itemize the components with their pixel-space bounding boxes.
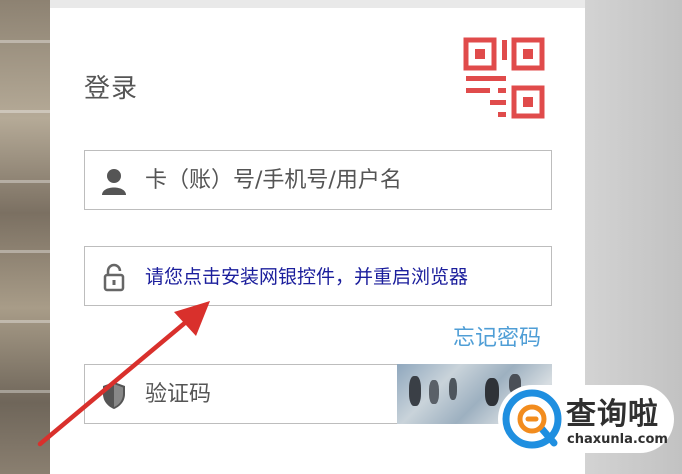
user-icon [102, 169, 126, 195]
background-detail [0, 180, 50, 183]
watermark-url: chaxunla.com [567, 432, 668, 447]
captcha-glyph [409, 376, 421, 406]
background-detail [0, 390, 50, 393]
captcha-input[interactable]: 验证码 [84, 364, 404, 424]
captcha-placeholder: 验证码 [145, 382, 212, 407]
captcha-glyph [429, 380, 439, 404]
qr-code-icon[interactable] [462, 36, 546, 120]
forgot-password-link[interactable]: 忘记密码 [453, 320, 541, 352]
username-placeholder: 卡（账）号/手机号/用户名 [145, 168, 402, 193]
username-input[interactable]: 卡（账）号/手机号/用户名 [84, 150, 552, 210]
top-strip [0, 0, 682, 8]
captcha-glyph [449, 378, 457, 400]
shield-icon [103, 382, 125, 409]
background-detail [0, 110, 50, 113]
background-detail [0, 320, 50, 323]
captcha-glyph [485, 378, 499, 406]
lock-icon [103, 263, 125, 292]
watermark-brand: 查询啦 [566, 397, 659, 432]
security-control-notice: 请您点击安装网银控件，并重启浏览器 [145, 266, 469, 288]
background-photo [0, 0, 50, 474]
background-detail [0, 250, 50, 253]
login-title: 登录 [84, 74, 139, 104]
password-input[interactable]: 请您点击安装网银控件，并重启浏览器 [84, 246, 552, 306]
background-detail [0, 40, 50, 43]
